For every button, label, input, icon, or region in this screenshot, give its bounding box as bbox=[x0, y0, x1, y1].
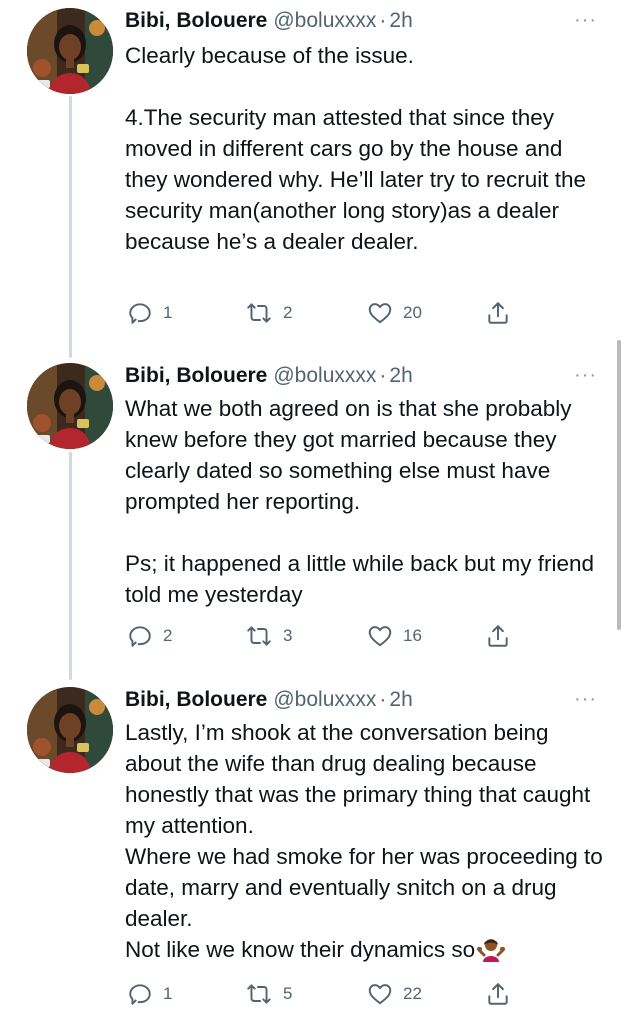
like-count: 16 bbox=[403, 626, 422, 645]
reply-count: 2 bbox=[163, 626, 173, 645]
retweet-icon bbox=[245, 981, 273, 1007]
user-handle[interactable]: @boluxxxx bbox=[273, 359, 376, 393]
more-icon[interactable]: ··· bbox=[574, 365, 597, 385]
timestamp[interactable]: 2h bbox=[389, 359, 412, 393]
tweet-text: Clearly because of the issue. 4.The secu… bbox=[125, 43, 587, 254]
share-button[interactable] bbox=[485, 979, 511, 1009]
tweet-actions: 1 2 20 bbox=[125, 298, 525, 328]
display-name[interactable]: Bibi, Bolouere bbox=[125, 4, 267, 38]
share-button[interactable] bbox=[485, 298, 511, 328]
user-handle[interactable]: @boluxxxx bbox=[273, 4, 376, 38]
retweet-count: 5 bbox=[283, 984, 293, 1003]
like-count: 22 bbox=[403, 984, 422, 1003]
reply-button[interactable]: 1 bbox=[127, 979, 172, 1009]
reply-button[interactable]: 1 bbox=[127, 298, 172, 328]
reply-button[interactable]: 2 bbox=[127, 621, 172, 651]
tweet-text: What we both agreed on is that she proba… bbox=[125, 396, 595, 607]
heart-icon bbox=[367, 300, 393, 326]
separator: · bbox=[379, 688, 387, 711]
tweet-header: Bibi, Bolouere @boluxxxx · 2h bbox=[125, 359, 413, 393]
timestamp[interactable]: 2h bbox=[389, 683, 412, 717]
more-icon[interactable]: ··· bbox=[574, 689, 597, 709]
share-button[interactable] bbox=[485, 621, 511, 651]
tweet-header: Bibi, Bolouere @boluxxxx · 2h bbox=[125, 683, 413, 717]
tweet-actions: 1 5 22 bbox=[125, 979, 525, 1009]
tweet-actions: 2 3 16 bbox=[125, 621, 525, 651]
retweet-count: 2 bbox=[283, 303, 293, 322]
like-button[interactable]: 22 bbox=[367, 979, 422, 1009]
avatar-image bbox=[27, 363, 113, 449]
display-name[interactable]: Bibi, Bolouere bbox=[125, 683, 267, 717]
reply-count: 1 bbox=[163, 984, 173, 1003]
avatar[interactable] bbox=[27, 363, 113, 449]
tweet[interactable]: Bibi, Bolouere @boluxxxx · 2h ··· What w… bbox=[0, 359, 627, 659]
scrollbar[interactable] bbox=[617, 340, 621, 630]
like-count: 20 bbox=[403, 303, 422, 322]
retweet-button[interactable]: 2 bbox=[245, 298, 292, 328]
tweet[interactable]: Bibi, Bolouere @boluxxxx · 2h ··· Clearl… bbox=[0, 4, 627, 334]
tweet-text: Lastly, I’m shook at the conversation be… bbox=[125, 717, 605, 965]
woman-shrugging-emoji bbox=[477, 934, 506, 962]
tweet-header: Bibi, Bolouere @boluxxxx · 2h bbox=[125, 4, 413, 38]
timestamp[interactable]: 2h bbox=[389, 4, 412, 38]
like-button[interactable]: 20 bbox=[367, 298, 422, 328]
retweet-count: 3 bbox=[283, 626, 293, 645]
like-button[interactable]: 16 bbox=[367, 621, 422, 651]
retweet-icon bbox=[245, 300, 273, 326]
separator: · bbox=[379, 364, 387, 387]
avatar[interactable] bbox=[27, 687, 113, 773]
share-icon bbox=[485, 300, 511, 326]
reply-icon bbox=[127, 623, 153, 649]
display-name[interactable]: Bibi, Bolouere bbox=[125, 359, 267, 393]
share-icon bbox=[485, 981, 511, 1007]
reply-icon bbox=[127, 300, 153, 326]
avatar[interactable] bbox=[27, 8, 113, 94]
retweet-icon bbox=[245, 623, 273, 649]
avatar-image bbox=[27, 8, 113, 94]
separator: · bbox=[379, 9, 387, 32]
reply-icon bbox=[127, 981, 153, 1007]
retweet-button[interactable]: 3 bbox=[245, 621, 292, 651]
more-icon[interactable]: ··· bbox=[574, 10, 597, 30]
user-handle[interactable]: @boluxxxx bbox=[273, 683, 376, 717]
heart-icon bbox=[367, 623, 393, 649]
tweet-text-content: Lastly, I’m shook at the conversation be… bbox=[125, 720, 603, 962]
heart-icon bbox=[367, 981, 393, 1007]
avatar-image bbox=[27, 687, 113, 773]
retweet-button[interactable]: 5 bbox=[245, 979, 292, 1009]
reply-count: 1 bbox=[163, 303, 173, 322]
tweet[interactable]: Bibi, Bolouere @boluxxxx · 2h ··· Lastly… bbox=[0, 683, 627, 1018]
share-icon bbox=[485, 623, 511, 649]
